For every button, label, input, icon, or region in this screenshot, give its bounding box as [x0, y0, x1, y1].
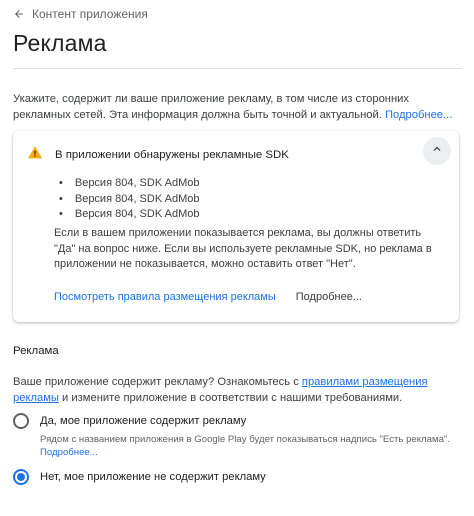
header-divider: [13, 68, 462, 69]
radio-no[interactable]: [13, 469, 29, 485]
sdk-list: • Версия 804, SDK AdMob • Версия 804, SDK …: [59, 176, 199, 223]
option-yes-desc-text: Рядом с названием приложения в Google Pl…: [40, 434, 450, 445]
alert-body: Если в вашем приложении показывается рек…: [54, 227, 432, 270]
sdk-detected-alert-card: В приложении обнаружены рекламные SDK • В…: [13, 131, 459, 322]
intro-more-link[interactable]: Подробнее...: [385, 109, 452, 121]
option-yes-content: Да, мое приложение содержит рекламу Рядо…: [40, 413, 450, 459]
sdk-name: Версия 804, SDK AdMob: [74, 192, 200, 205]
sdk-name: Версия 804, SDK AdMob: [74, 177, 200, 189]
page-title: Реклама: [13, 30, 107, 56]
warning-icon: [27, 145, 43, 164]
alert-more-link[interactable]: Подробнее...: [296, 291, 362, 303]
ads-section-label: Реклама: [13, 345, 59, 357]
option-no-label: Нет, мое приложение не содержит рекламу: [40, 471, 266, 483]
alert-header: В приложении обнаружены рекламные SDK: [27, 145, 289, 164]
sdk-list-item: • Версия 804, SDK AdMob: [59, 192, 199, 208]
alert-title: В приложении обнаружены рекламные SDK: [55, 148, 289, 161]
option-yes-more-link[interactable]: Подробнее...: [40, 447, 98, 458]
view-ads-policy-link[interactable]: Посмотреть правила размещения рекламы: [54, 291, 276, 303]
alert-actions: Посмотреть правила размещения рекламы По…: [54, 291, 362, 303]
sdk-list-item: • Версия 804, SDK AdMob: [59, 176, 199, 192]
radio-yes[interactable]: [13, 413, 29, 429]
intro-text: Укажите, содержит ли ваше приложение рек…: [13, 91, 463, 123]
question-text-start: Ваше приложение содержит рекламу? Ознако…: [13, 376, 302, 388]
back-to-app-content-link[interactable]: Контент приложения: [13, 7, 148, 21]
sdk-list-item: • Версия 804, SDK AdMob: [59, 207, 199, 223]
intro-body: Укажите, содержит ли ваше приложение рек…: [13, 93, 410, 121]
option-yes-description: Рядом с названием приложения в Google Pl…: [40, 433, 450, 459]
collapse-alert-button[interactable]: [423, 137, 451, 165]
option-yes-label: Да, мое приложение содержит рекламу: [40, 415, 247, 427]
chevron-up-icon: [430, 142, 444, 161]
question-text-end: и измените приложение в соответствии с н…: [58, 392, 403, 404]
sdk-name: Версия 804, SDK AdMob: [74, 208, 200, 220]
back-link-label: Контент приложения: [32, 7, 148, 21]
arrow-back-icon: [13, 8, 25, 20]
ads-question: Ваше приложение содержит рекламу? Ознако…: [13, 374, 463, 406]
app-content-ads-page: Контент приложения Реклама Укажите, соде…: [0, 0, 474, 516]
option-no-ads[interactable]: Нет, мое приложение не содержит рекламу: [13, 469, 266, 485]
option-yes-ads[interactable]: Да, мое приложение содержит рекламу Рядо…: [13, 413, 450, 459]
